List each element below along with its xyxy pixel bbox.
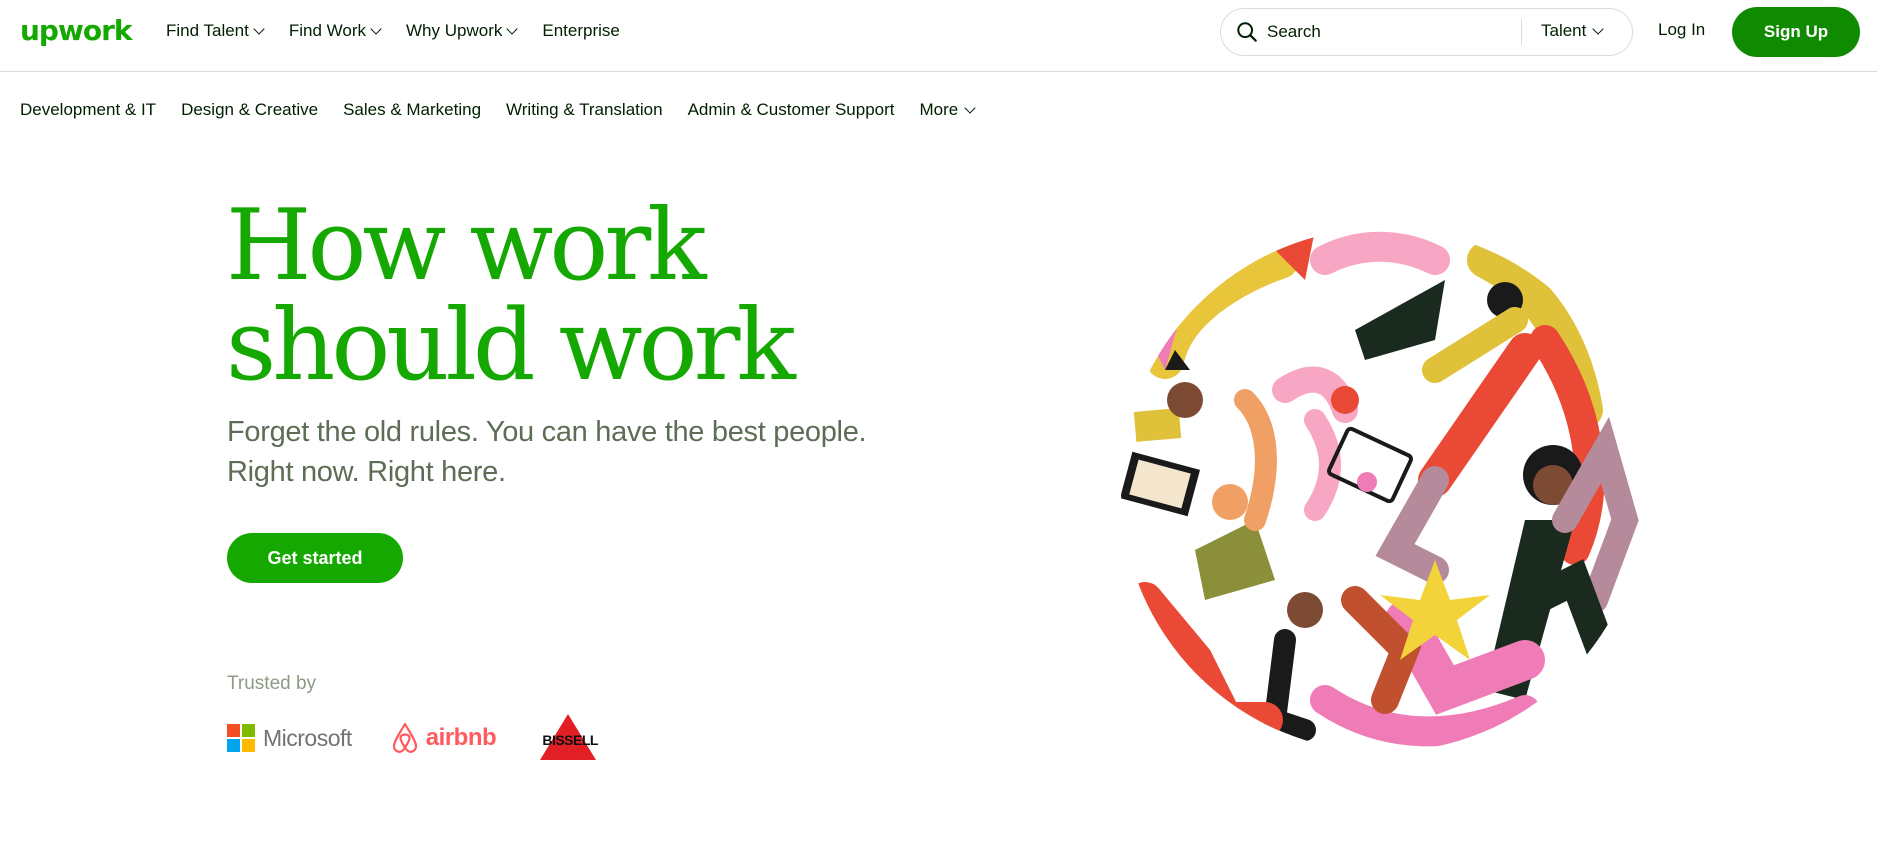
hero-subtitle-line-2: Right now. Right here. [227, 456, 506, 488]
bissell-logo: BISSELL [534, 714, 606, 762]
hero-title-line-1: How work [226, 189, 707, 303]
trusted-by-label: Trusted by [227, 673, 317, 694]
microsoft-wordmark: Microsoft [263, 724, 352, 751]
chevron-down-icon [964, 101, 976, 114]
category-nav: Development & IT Design & Creative Sales… [20, 100, 976, 120]
bissell-wordmark: BISSELL [534, 732, 606, 748]
search-divider [1521, 19, 1522, 45]
chevron-down-icon [1592, 22, 1605, 35]
category-more[interactable]: More [919, 100, 976, 120]
nav-find-work[interactable]: Find Work [288, 21, 382, 41]
search-icon[interactable] [1236, 21, 1258, 43]
hero-title: How work should work [226, 196, 926, 396]
airbnb-belo-icon [392, 722, 417, 753]
login-link[interactable]: Log In [1658, 20, 1705, 40]
category-sales-marketing[interactable]: Sales & Marketing [343, 100, 481, 120]
category-design-creative[interactable]: Design & Creative [181, 100, 318, 120]
hero-subtitle: Forget the old rules. You can have the b… [227, 412, 907, 492]
signup-button[interactable]: Sign Up [1732, 7, 1860, 57]
search-box: Talent [1220, 8, 1633, 56]
search-scope-dropdown[interactable]: Talent [1541, 21, 1605, 41]
chevron-down-icon [506, 22, 519, 35]
microsoft-logo: Microsoft [227, 724, 352, 752]
trusted-logos: Microsoft airbnb BISSELL [227, 714, 606, 762]
hero-title-line-2: should work [226, 289, 796, 403]
nav-find-talent[interactable]: Find Talent [166, 21, 265, 41]
microsoft-squares-icon [227, 724, 255, 752]
get-started-button[interactable]: Get started [227, 533, 403, 583]
search-scope-label: Talent [1541, 21, 1587, 40]
chevron-down-icon [370, 22, 382, 35]
category-writing-translation[interactable]: Writing & Translation [506, 100, 663, 120]
nav-enterprise[interactable]: Enterprise [542, 21, 619, 41]
chevron-down-icon [253, 22, 265, 35]
main-nav: Find Talent Find Work Why Upwork Enterpr… [166, 0, 620, 62]
search-input[interactable] [1267, 18, 1467, 46]
nav-find-work-label: Find Work [288, 21, 367, 40]
nav-enterprise-label: Enterprise [542, 21, 620, 40]
category-development-it[interactable]: Development & IT [20, 100, 156, 120]
nav-find-talent-label: Find Talent [166, 21, 249, 40]
hero-illustration [1121, 228, 1645, 752]
nav-why-upwork[interactable]: Why Upwork [406, 21, 519, 41]
top-navigation: upwork Find Talent Find Work Why Upwork … [0, 0, 1877, 72]
category-admin-support[interactable]: Admin & Customer Support [688, 100, 895, 120]
upwork-logo[interactable]: upwork [20, 15, 133, 47]
airbnb-logo: airbnb [390, 721, 497, 755]
hero-subtitle-line-1: Forget the old rules. You can have the b… [227, 416, 867, 448]
airbnb-wordmark: airbnb [425, 724, 497, 751]
nav-why-upwork-label: Why Upwork [406, 21, 503, 40]
category-more-label: More [919, 100, 959, 119]
